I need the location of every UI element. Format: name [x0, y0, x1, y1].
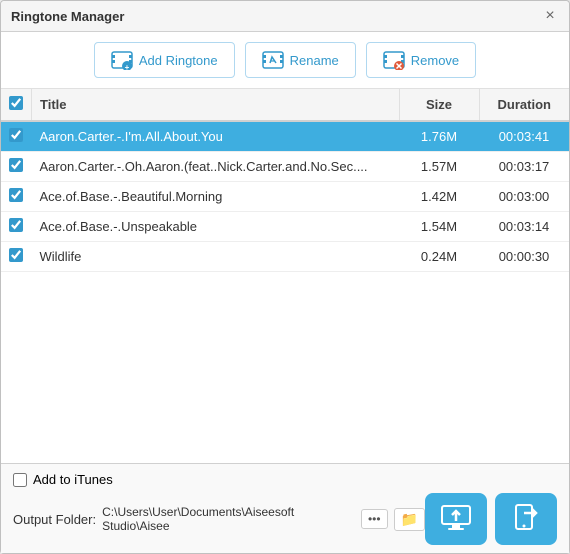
- toolbar: + Add Ringtone Rename: [1, 32, 569, 89]
- table-row: Wildlife 0.24M 00:00:30: [1, 242, 569, 272]
- table-row: Ace.of.Base.-.Unspeakable 1.54M 00:03:14: [1, 212, 569, 242]
- add-to-itunes-row: Add to iTunes: [13, 472, 557, 487]
- row-duration: 00:03:41: [479, 121, 569, 152]
- row-size: 1.76M: [399, 121, 479, 152]
- transfer-to-local-button[interactable]: [495, 493, 557, 545]
- ringtone-table: Title Size Duration Aaron.Carter.-.I'm.A…: [1, 89, 569, 272]
- footer-bottom: Output Folder: C:\Users\User\Documents\A…: [13, 493, 557, 545]
- row-duration: 00:03:17: [479, 152, 569, 182]
- rename-button[interactable]: Rename: [245, 42, 356, 78]
- table-row: Aaron.Carter.-.I'm.All.About.You 1.76M 0…: [1, 121, 569, 152]
- th-duration: Duration: [479, 89, 569, 121]
- ringtone-manager-window: Ringtone Manager × + Add Ringtone: [0, 0, 570, 554]
- row-checkbox-0[interactable]: [9, 128, 23, 142]
- close-button[interactable]: ×: [541, 7, 559, 25]
- row-checkbox-cell: [1, 182, 32, 212]
- footer: Add to iTunes Output Folder: C:\Users\Us…: [1, 463, 569, 553]
- row-checkbox-2[interactable]: [9, 188, 23, 202]
- row-checkbox-cell: [1, 212, 32, 242]
- output-path-text: C:\Users\User\Documents\Aiseesoft Studio…: [102, 505, 355, 533]
- row-title: Ace.of.Base.-.Beautiful.Morning: [32, 182, 400, 212]
- table-row: Ace.of.Base.-.Beautiful.Morning 1.42M 00…: [1, 182, 569, 212]
- row-checkbox-cell: [1, 121, 32, 152]
- folder-button[interactable]: 📁: [394, 508, 425, 531]
- output-folder-label: Output Folder:: [13, 512, 96, 527]
- row-checkbox-cell: [1, 152, 32, 182]
- add-ringtone-icon: +: [111, 49, 133, 71]
- row-duration: 00:03:00: [479, 182, 569, 212]
- transfer-to-device-icon: [438, 501, 474, 537]
- add-to-itunes-checkbox[interactable]: [13, 473, 27, 487]
- row-checkbox-cell: [1, 242, 32, 272]
- remove-button[interactable]: Remove: [366, 42, 476, 78]
- window-title: Ringtone Manager: [11, 9, 124, 24]
- row-size: 1.54M: [399, 212, 479, 242]
- dots-button[interactable]: •••: [361, 509, 388, 529]
- row-checkbox-1[interactable]: [9, 158, 23, 172]
- row-title: Aaron.Carter.-.Oh.Aaron.(feat..Nick.Cart…: [32, 152, 400, 182]
- svg-text:+: +: [124, 63, 129, 70]
- title-bar: Ringtone Manager ×: [1, 1, 569, 32]
- table-body: Aaron.Carter.-.I'm.All.About.You 1.76M 0…: [1, 121, 569, 272]
- row-size: 1.42M: [399, 182, 479, 212]
- transfer-to-local-icon: [508, 501, 544, 537]
- row-title: Aaron.Carter.-.I'm.All.About.You: [32, 121, 400, 152]
- add-ringtone-label: Add Ringtone: [139, 53, 218, 68]
- row-checkbox-4[interactable]: [9, 248, 23, 262]
- th-checkbox: [1, 89, 32, 121]
- select-all-checkbox[interactable]: [9, 96, 23, 110]
- output-folder-row: Output Folder: C:\Users\User\Documents\A…: [13, 505, 425, 533]
- row-size: 1.57M: [399, 152, 479, 182]
- remove-icon: [383, 49, 405, 71]
- add-ringtone-button[interactable]: + Add Ringtone: [94, 42, 235, 78]
- ringtone-table-container: Title Size Duration Aaron.Carter.-.I'm.A…: [1, 89, 569, 463]
- remove-label: Remove: [411, 53, 459, 68]
- table-row: Aaron.Carter.-.Oh.Aaron.(feat..Nick.Cart…: [1, 152, 569, 182]
- row-duration: 00:00:30: [479, 242, 569, 272]
- row-size: 0.24M: [399, 242, 479, 272]
- row-title: Wildlife: [32, 242, 400, 272]
- th-size: Size: [399, 89, 479, 121]
- action-buttons: [425, 493, 557, 545]
- rename-label: Rename: [290, 53, 339, 68]
- row-checkbox-3[interactable]: [9, 218, 23, 232]
- th-title: Title: [32, 89, 400, 121]
- row-title: Ace.of.Base.-.Unspeakable: [32, 212, 400, 242]
- row-duration: 00:03:14: [479, 212, 569, 242]
- add-to-itunes-label: Add to iTunes: [33, 472, 113, 487]
- transfer-to-device-button[interactable]: [425, 493, 487, 545]
- table-header-row: Title Size Duration: [1, 89, 569, 121]
- rename-icon: [262, 49, 284, 71]
- folder-icon: 📁: [401, 511, 418, 527]
